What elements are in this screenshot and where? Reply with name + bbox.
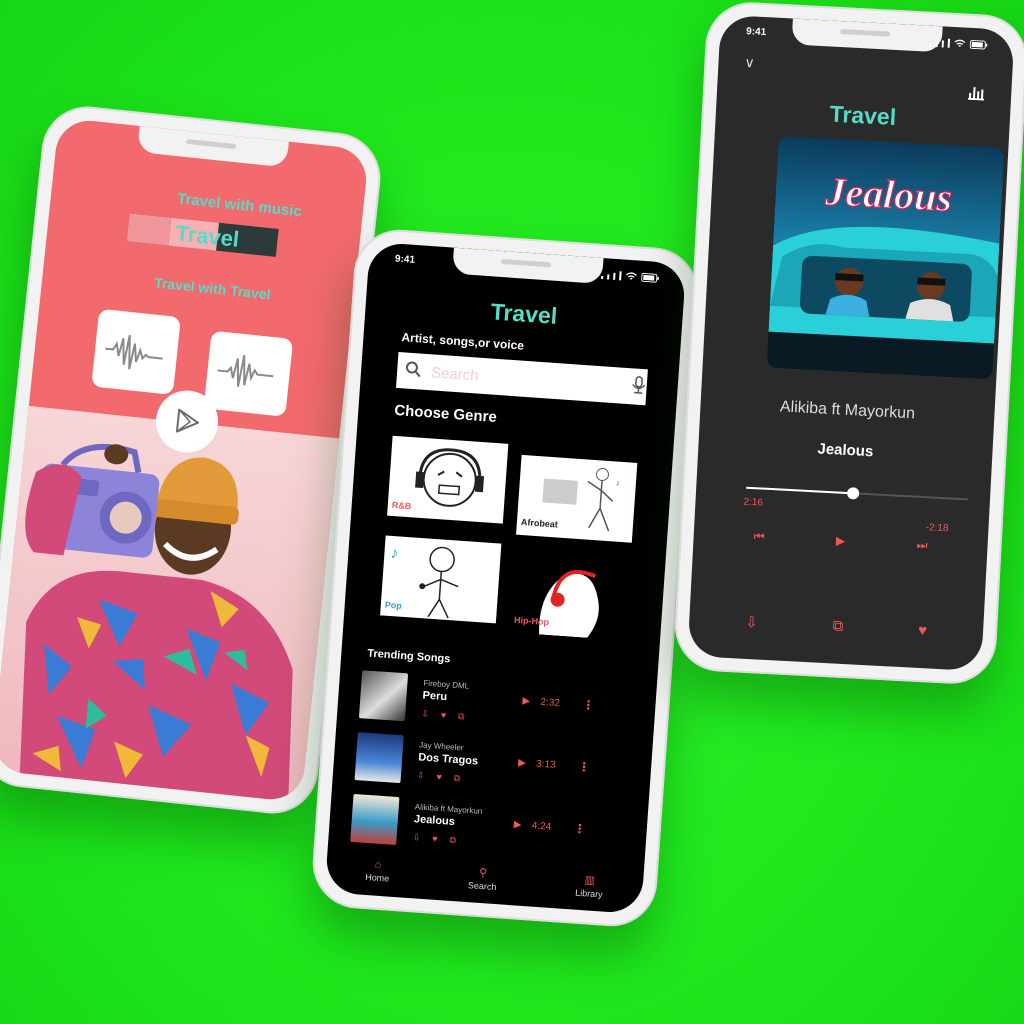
equalizer-icon[interactable] <box>967 84 986 106</box>
search-icon <box>404 360 421 382</box>
head-headphones-illustration <box>539 570 599 638</box>
play-icon[interactable]: ▶ <box>836 533 846 548</box>
search-icon: ⚲ <box>478 866 488 880</box>
search-bar[interactable] <box>395 351 648 406</box>
track-row[interactable]: Fireboy DML Peru ⇩ ♥ ⧉ ▶ 2:32 ⋮ <box>358 670 631 743</box>
album-thumbnail <box>354 732 404 784</box>
album-cover-art: Jealous <box>766 135 1005 380</box>
album-cover: Jealous <box>766 135 1005 380</box>
elapsed-time: 2:16 <box>743 496 764 509</box>
home-icon: ⌂ <box>374 858 382 872</box>
nav-library[interactable]: ▥ Library <box>574 873 604 900</box>
track-artist: Jay Wheeler <box>418 740 464 753</box>
playback-controls: ⏮ ▶ ⏭ <box>753 529 928 553</box>
track-title: Jealous <box>413 813 456 829</box>
share-icon[interactable]: ⧉ <box>453 773 460 784</box>
waveform-icon <box>91 308 181 395</box>
onboarding-screen: Travel with music Travel Travel with Tra… <box>0 117 370 803</box>
heart-icon[interactable]: ♥ <box>432 834 438 845</box>
track-row[interactable]: Jay Wheeler Dos Tragos ⇩ ♥ ⧉ ▶ 3:13 ⋮ <box>354 732 627 805</box>
dancer-illustration: ♪ <box>542 468 621 532</box>
track-actions: ⇩ ♥ ⧉ <box>412 832 456 846</box>
genre-label: Pop <box>384 599 403 611</box>
album-thumbnail <box>358 670 409 722</box>
subline: Travel with Travel <box>153 274 272 303</box>
trending-heading: Trending Songs <box>366 647 451 666</box>
search-input[interactable] <box>428 362 633 396</box>
headline-highlight: Travel <box>126 213 279 257</box>
nav-label: Home <box>364 871 390 884</box>
album-thumbnail <box>350 793 400 846</box>
track-title: Dos Tragos <box>417 751 479 768</box>
phone-mockup-player: 9:41 ∨ Travel Jealous Alikiba ft Mayorku… <box>672 0 1024 686</box>
remaining-time: -2:18 <box>925 522 949 535</box>
share-icon[interactable]: ⧉ <box>449 835 456 846</box>
signal-wifi-battery-icon <box>601 268 660 283</box>
play-icon[interactable]: ▶ <box>522 695 530 707</box>
previous-icon[interactable]: ⏮ <box>753 529 765 545</box>
track-title: Jealous <box>817 440 874 461</box>
share-icon[interactable]: ⧉ <box>458 711 465 722</box>
microphone-icon[interactable] <box>631 375 647 399</box>
genre-heading: Choose Genre <box>393 401 498 426</box>
signal-wifi-battery-icon <box>929 36 988 50</box>
headline-small: Travel with music <box>176 190 303 221</box>
genre-tile-afrobeat[interactable]: ♪ Afrobeat <box>516 454 638 543</box>
genre-tile-pop[interactable]: ♪ Pop <box>380 535 502 624</box>
track-artist: Alikiba ft Mayorkun <box>779 398 916 423</box>
track-title: Peru <box>422 689 448 704</box>
progress-fill <box>746 486 853 495</box>
cover-title: Jealous <box>823 168 953 220</box>
share-icon[interactable]: ⧉ <box>832 617 844 636</box>
player-actions: ⇩ ⧉ ♥ <box>745 613 928 641</box>
more-icon[interactable]: ⋮ <box>578 760 591 775</box>
download-icon[interactable]: ⇩ <box>412 832 420 843</box>
genre-tile-hiphop[interactable]: Hip-Hop <box>509 552 631 641</box>
status-time: 9:41 <box>745 26 767 39</box>
nav-label: Library <box>574 887 603 900</box>
search-prompt: Artist, songs,or voice <box>401 330 525 353</box>
nav-home[interactable]: ⌂ Home <box>365 858 391 885</box>
nav-search[interactable]: ⚲ Search <box>468 865 498 892</box>
library-icon: ▥ <box>584 874 596 887</box>
svg-text:♪: ♪ <box>390 545 399 563</box>
track-actions: ⇩ ♥ ⧉ <box>421 708 465 722</box>
headline-big: Travel <box>174 220 241 252</box>
player-screen: 9:41 ∨ Travel Jealous Alikiba ft Mayorku… <box>687 14 1015 672</box>
status-time: 9:41 <box>394 253 416 266</box>
more-icon[interactable]: ⋮ <box>582 698 595 713</box>
notch <box>136 125 289 168</box>
phone-mockup-browse: 9:41 Travel Artist, songs,or voice Choos… <box>309 226 702 930</box>
track-artist: Fireboy DML <box>423 678 470 691</box>
heart-icon[interactable]: ♥ <box>436 772 442 783</box>
heart-icon[interactable]: ♥ <box>918 622 928 640</box>
download-icon[interactable]: ⇩ <box>417 770 425 781</box>
waveform-icon <box>203 330 294 417</box>
download-icon[interactable]: ⇩ <box>745 613 759 632</box>
more-icon[interactable]: ⋮ <box>573 821 586 836</box>
genre-tile-rnb[interactable]: R&B <box>387 435 509 524</box>
nav-label: Search <box>467 880 497 893</box>
heart-icon[interactable]: ♥ <box>440 710 446 721</box>
play-icon[interactable]: ▶ <box>518 757 526 769</box>
download-icon[interactable]: ⇩ <box>421 708 429 719</box>
track-actions: ⇩ ♥ ⧉ <box>417 770 461 784</box>
track-duration: 4:24 <box>531 820 552 833</box>
person-with-radio-illustration <box>19 443 293 803</box>
next-icon[interactable]: ⏭ <box>916 538 928 554</box>
genre-label: R&B <box>391 499 412 512</box>
browse-screen: 9:41 Travel Artist, songs,or voice Choos… <box>324 241 687 915</box>
svg-text:♪: ♪ <box>616 478 621 487</box>
play-icon[interactable]: ▶ <box>513 819 521 831</box>
progress-bar[interactable] <box>746 486 969 501</box>
track-duration: 3:13 <box>535 758 556 771</box>
track-duration: 2:32 <box>540 696 561 710</box>
progress-knob[interactable] <box>846 486 859 500</box>
track-row[interactable]: Alikiba ft Mayorkun Jealous ⇩ ♥ ⧉ ▶ 4:24… <box>350 793 623 867</box>
collapse-chevron-icon[interactable]: ∨ <box>744 54 755 72</box>
